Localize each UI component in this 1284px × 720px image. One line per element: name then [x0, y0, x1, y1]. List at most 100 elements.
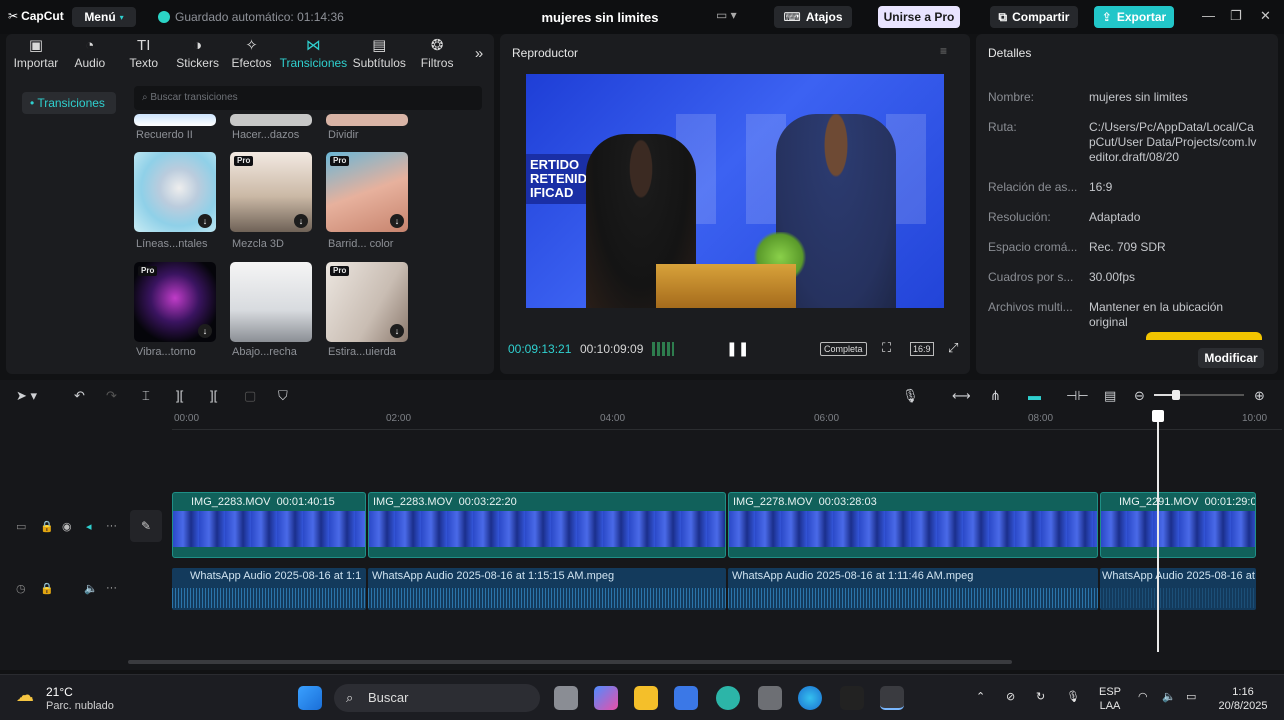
- tray-sync-icon[interactable]: ↻: [1036, 690, 1045, 704]
- video-clip[interactable]: IMG_2283.MOV 00:01:40:15: [172, 492, 366, 558]
- zoom-fit-icon[interactable]: ⛶: [882, 340, 891, 356]
- file-explorer-icon[interactable]: [634, 686, 658, 710]
- pause-button[interactable]: ❚❚: [726, 340, 749, 357]
- thumbnail-icon[interactable]: ▤: [1104, 388, 1116, 404]
- camera-icon[interactable]: [758, 686, 782, 710]
- join-pro-button[interactable]: Unirse a Pro: [878, 6, 960, 28]
- copilot-icon[interactable]: [594, 686, 618, 710]
- capcut-active-icon[interactable]: [880, 686, 904, 710]
- video-clip[interactable]: IMG_2278.MOV 00:03:28:03: [728, 492, 1098, 558]
- mute-icon[interactable]: ◂: [86, 520, 92, 533]
- audio-clip[interactable]: WhatsApp Audio 2025-08-16 at 1:11:46 AM.…: [728, 568, 1098, 610]
- zoom-out-icon[interactable]: ⊖: [1134, 388, 1145, 404]
- transition-thumb[interactable]: [230, 262, 312, 342]
- cover-icon[interactable]: ▭: [16, 520, 26, 533]
- tab-texto[interactable]: TI Texto: [117, 34, 171, 74]
- preview-axis-icon[interactable]: ⊣⊢: [1066, 388, 1089, 404]
- quality-select[interactable]: Completa: [820, 342, 867, 356]
- tab-efectos[interactable]: ✧ Efectos: [225, 34, 279, 74]
- task-view-icon[interactable]: [554, 686, 578, 710]
- transition-thumb[interactable]: ↓: [134, 152, 216, 232]
- layout-icon[interactable]: ▭ ▾: [716, 8, 737, 22]
- modify-button[interactable]: Modificar: [1198, 348, 1264, 368]
- wifi-icon[interactable]: ◠: [1138, 690, 1148, 704]
- share-button[interactable]: ⧉ Compartir: [990, 6, 1078, 28]
- tab-audio[interactable]: ◔ Audio: [63, 34, 117, 74]
- export-button[interactable]: ⇪ Exportar: [1094, 6, 1174, 28]
- split-left-icon[interactable]: ][: [176, 388, 183, 403]
- project-title[interactable]: mujeres sin limites: [520, 10, 680, 25]
- more-icon[interactable]: ···: [106, 520, 117, 532]
- windows-start-icon[interactable]: [298, 686, 322, 710]
- transition-thumb[interactable]: [326, 114, 408, 126]
- aspect-ratio-select[interactable]: 16:9: [910, 342, 934, 356]
- edit-cover-icon[interactable]: ✎: [130, 510, 162, 542]
- zoom-in-icon[interactable]: ⊕: [1254, 388, 1265, 404]
- menu-button[interactable]: Menú ▾: [72, 7, 136, 27]
- magnet-icon[interactable]: ▬: [1028, 388, 1041, 403]
- video-clip[interactable]: IMG_2291.MOV 00:01:29:06: [1100, 492, 1256, 558]
- tab-importar[interactable]: ▣ Importar: [9, 34, 63, 74]
- zoom-slider[interactable]: [1154, 390, 1244, 400]
- weather-description[interactable]: Parc. nublado: [46, 700, 114, 712]
- weather-temperature[interactable]: 21°C: [46, 685, 73, 699]
- transition-thumb[interactable]: [134, 114, 216, 126]
- playhead[interactable]: [1157, 410, 1159, 652]
- menu-lines-icon[interactable]: ≡: [940, 44, 947, 58]
- video-clip[interactable]: IMG_2283.MOV 00:03:22:20: [368, 492, 726, 558]
- taskbar-search[interactable]: ⌕ Buscar: [334, 684, 540, 712]
- close-icon[interactable]: ✕: [1260, 8, 1271, 24]
- more-icon[interactable]: ···: [106, 582, 117, 594]
- video-preview[interactable]: ERTIDO RETENID IFICAD: [526, 74, 944, 308]
- split-right-icon[interactable]: ][: [210, 388, 217, 403]
- sidebar-item-transiciones[interactable]: • Transiciones: [22, 92, 116, 114]
- lock-icon[interactable]: 🔒: [40, 582, 54, 595]
- tab-subtitulos[interactable]: ▤ Subtítulos: [348, 34, 410, 74]
- zoom-slider-thumb[interactable]: [1172, 390, 1180, 400]
- tab-transiciones[interactable]: ⋈ Transiciones: [278, 34, 348, 74]
- link-icon[interactable]: ⟷: [952, 388, 971, 404]
- minimize-icon[interactable]: —: [1202, 8, 1215, 23]
- tray-network-off-icon[interactable]: ⊘: [1006, 690, 1015, 704]
- clock[interactable]: 1:16 20/8/2025: [1208, 685, 1278, 713]
- capcut-taskbar-icon[interactable]: [840, 686, 864, 710]
- search-transitions-input[interactable]: ⌕ Buscar transiciones: [134, 86, 482, 110]
- redo-icon[interactable]: ↷: [106, 388, 117, 404]
- snap-icon[interactable]: ⋔: [990, 388, 1001, 404]
- transition-thumb[interactable]: Pro ↓: [134, 262, 216, 342]
- speaker-icon[interactable]: 🔈: [1162, 690, 1176, 704]
- weather-icon[interactable]: ☁: [16, 685, 34, 706]
- transition-thumb[interactable]: Pro ↓: [230, 152, 312, 232]
- select-cursor-icon[interactable]: ➤ ▾: [16, 388, 37, 404]
- tray-mic-icon[interactable]: 🎙: [1066, 690, 1080, 704]
- volume-icon[interactable]: 🔈: [84, 582, 98, 595]
- tab-filtros[interactable]: ❂ Filtros: [410, 34, 464, 74]
- shortcuts-button[interactable]: ⌨ Atajos: [774, 6, 852, 28]
- transition-thumb[interactable]: Pro ↓: [326, 262, 408, 342]
- phone-link-icon[interactable]: [716, 686, 740, 710]
- language-indicator[interactable]: ESP LAA: [1094, 685, 1126, 713]
- eye-icon[interactable]: ◉: [62, 520, 72, 533]
- time-ruler[interactable]: 00:00 02:00 04:00 06:00 08:00 10:00: [172, 410, 1282, 430]
- lock-icon[interactable]: 🔒: [40, 520, 54, 533]
- audio-clip[interactable]: WhatsApp Audio 2025-08-16 at 1:1: [172, 568, 366, 610]
- audio-clip[interactable]: WhatsApp Audio 2025-08-16 at: [1100, 568, 1256, 610]
- transition-thumb[interactable]: [230, 114, 312, 126]
- maximize-icon[interactable]: ❐: [1230, 8, 1242, 24]
- marker-icon[interactable]: ⛉: [278, 388, 288, 404]
- battery-icon[interactable]: ▭: [1186, 690, 1196, 704]
- delete-icon[interactable]: ▢: [244, 388, 256, 404]
- tab-stickers[interactable]: ◑ Stickers: [171, 34, 225, 74]
- audio-clip[interactable]: WhatsApp Audio 2025-08-16 at 1:15:15 AM.…: [368, 568, 726, 610]
- tray-chevron-icon[interactable]: ⌃: [976, 690, 985, 704]
- split-icon[interactable]: ⌶: [142, 388, 150, 404]
- undo-icon[interactable]: ↶: [74, 388, 85, 404]
- horizontal-scrollbar[interactable]: [128, 660, 1012, 664]
- edge-icon[interactable]: [798, 686, 822, 710]
- playhead-handle[interactable]: [1152, 410, 1164, 422]
- store-icon[interactable]: [674, 686, 698, 710]
- more-tabs-icon[interactable]: »: [464, 34, 494, 74]
- fullscreen-icon[interactable]: ⤢: [948, 340, 958, 356]
- transition-thumb[interactable]: Pro ↓: [326, 152, 408, 232]
- microphone-icon[interactable]: 🎙: [902, 388, 919, 404]
